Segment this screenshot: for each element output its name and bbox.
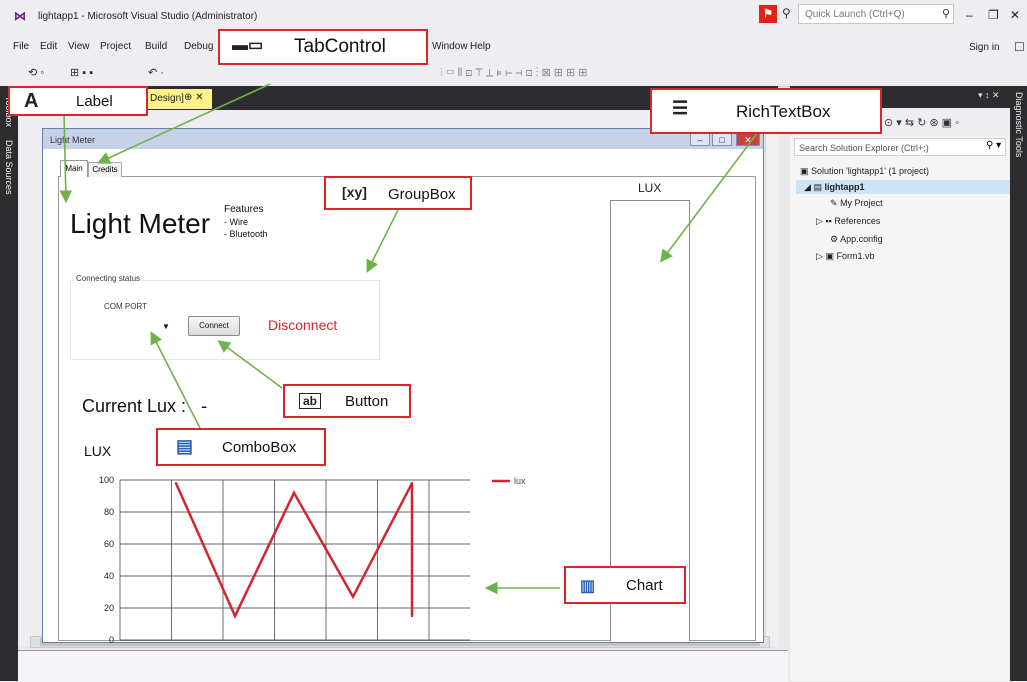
annotation-label: Chart [626,577,663,594]
annotation-tabcontrol: ▬▭ TabControl [218,29,428,65]
groupbox-icon: [xy] [342,184,367,200]
annotation-combobox: ▤ ComboBox [156,428,326,466]
arrow-richtextbox [660,115,771,263]
label-icon: A [24,90,39,112]
annotation-label: Button [345,393,389,410]
arrow-label [59,111,73,204]
annotation-button: ab Button [283,384,411,418]
arrow-combobox [150,331,201,429]
annotation-label: TabControl [294,36,386,57]
annotation-label: RichTextBox [736,102,831,121]
button-icon: ab [299,393,322,409]
arrow-groupbox [366,209,399,273]
annotation-groupbox: [xy] GroupBox [324,176,472,210]
annotation-label: GroupBox [388,186,456,203]
annotation-label: Label [76,93,113,110]
combobox-icon: ▤ [176,436,194,456]
annotation-label-control: A Label [8,86,148,116]
annotation-label: ComboBox [222,439,297,456]
annotation-chart: ▥ Chart [564,566,686,604]
annotation-richtextbox: ☰ RichTextBox [650,88,882,134]
arrow-button [217,340,283,389]
tabcontrol-icon: ▬▭ [232,37,264,54]
chart-icon: ▥ [580,578,596,595]
richtextbox-icon: ☰ [672,98,689,118]
